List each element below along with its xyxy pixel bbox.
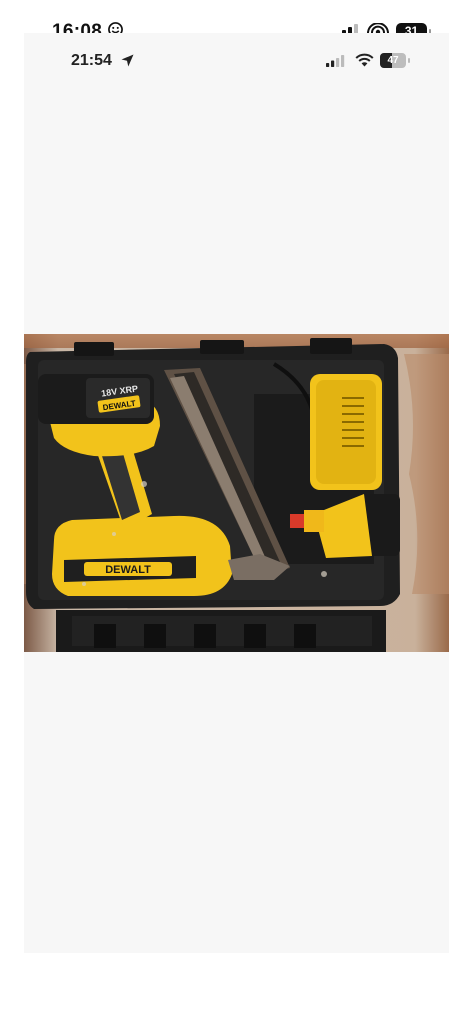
battery-nub — [408, 58, 410, 63]
cellular-signal-icon — [326, 55, 345, 67]
nailer-kit-photo: DEWALT 18V XRP DEWALT — [24, 334, 449, 652]
photo-brand-label: DEWALT — [105, 564, 151, 576]
inner-battery-level: 47 — [387, 55, 399, 66]
wifi-icon — [355, 53, 374, 67]
location-arrow-icon — [121, 54, 134, 67]
outer-status-bar: 16:08 31 — [0, 0, 473, 42]
product-photo[interactable]: DEWALT 18V XRP DEWALT — [24, 334, 449, 652]
battery-icon: 47 — [380, 53, 406, 68]
inner-status-time: 21:54 — [71, 52, 112, 69]
